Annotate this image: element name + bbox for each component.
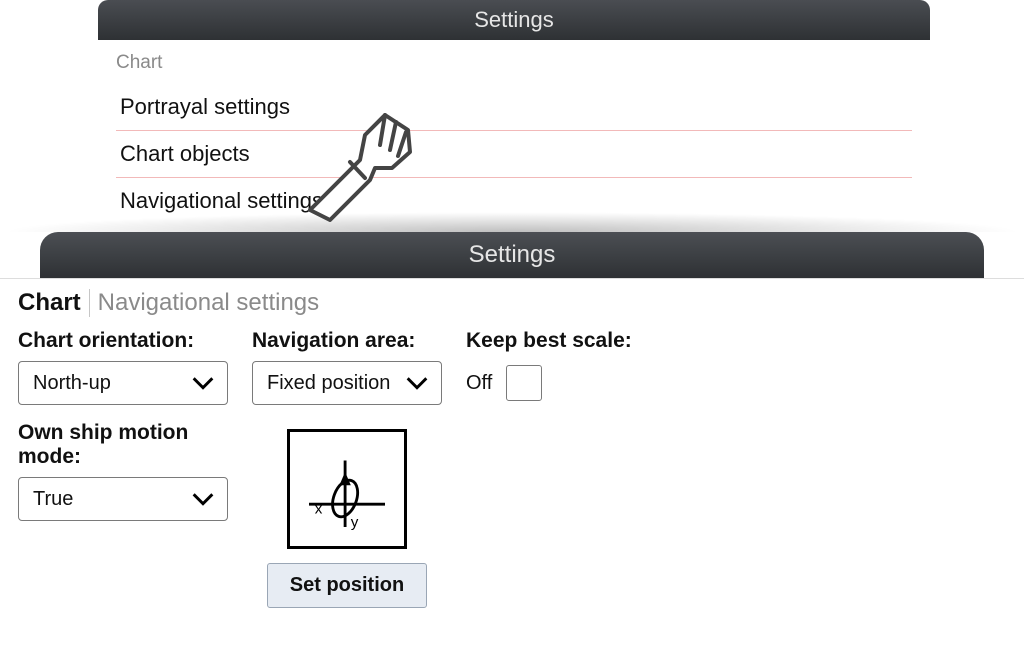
navigational-settings-panel: Settings Chart Navigational settings Cha… (0, 212, 1024, 638)
chart-orientation-value: North-up (33, 372, 111, 395)
navigation-area-select[interactable]: Fixed position (252, 361, 442, 405)
chart-settings-menu-panel: Settings Chart Portrayal settings Chart … (98, 0, 930, 234)
diagram-x-label: x (315, 501, 323, 518)
menu-item-navigational-settings[interactable]: Navigational settings (116, 178, 912, 214)
navigation-area-value: Fixed position (267, 372, 390, 395)
own-ship-mode-value: True (33, 488, 73, 511)
column-keep-best-scale: Keep best scale: Off (466, 329, 666, 405)
menu-item-label: Navigational settings (120, 188, 323, 213)
chevron-down-icon (403, 369, 431, 397)
menu-item-chart-objects[interactable]: Chart objects (116, 131, 912, 178)
navigation-area-label: Navigation area: (252, 329, 442, 353)
chevron-down-icon (189, 369, 217, 397)
keep-best-scale-value: Off (466, 372, 492, 395)
breadcrumb-chart[interactable]: Chart (18, 289, 90, 317)
settings-title-top: Settings (474, 7, 554, 32)
navigational-settings-body: Chart Navigational settings Chart orient… (0, 278, 1024, 638)
column-chart-orientation: Chart orientation: North-up Own ship mot… (18, 329, 228, 537)
breadcrumb: Chart Navigational settings (18, 289, 1006, 317)
set-position-button[interactable]: Set position (267, 563, 427, 608)
own-ship-mode-select[interactable]: True (18, 477, 228, 521)
chevron-down-icon (189, 485, 217, 513)
diagram-y-label: y (351, 514, 359, 531)
chart-section-label: Chart (116, 52, 912, 74)
settings-titlebar-bottom: Settings (40, 232, 984, 278)
chart-menu-body: Chart Portrayal settings Chart objects N… (98, 40, 930, 234)
settings-title-bottom: Settings (469, 241, 556, 268)
settings-form: Chart orientation: North-up Own ship mot… (18, 329, 1006, 608)
keep-best-scale-label: Keep best scale: (466, 329, 666, 353)
keep-best-scale-checkbox[interactable] (506, 365, 542, 401)
settings-titlebar-top: Settings (98, 0, 930, 40)
position-diagram: x y (287, 429, 407, 549)
keep-best-scale-row: Off (466, 361, 666, 405)
breadcrumb-navigational-settings: Navigational settings (98, 289, 319, 317)
panel-shadow (0, 212, 1024, 232)
chart-orientation-label: Chart orientation: (18, 329, 228, 353)
menu-item-portrayal-settings[interactable]: Portrayal settings (116, 84, 912, 131)
own-ship-mode-label: Own ship motion mode: (18, 421, 228, 469)
chart-orientation-select[interactable]: North-up (18, 361, 228, 405)
menu-item-label: Portrayal settings (120, 94, 290, 119)
column-navigation-area: Navigation area: Fixed position x y (252, 329, 442, 608)
menu-item-label: Chart objects (120, 141, 250, 166)
